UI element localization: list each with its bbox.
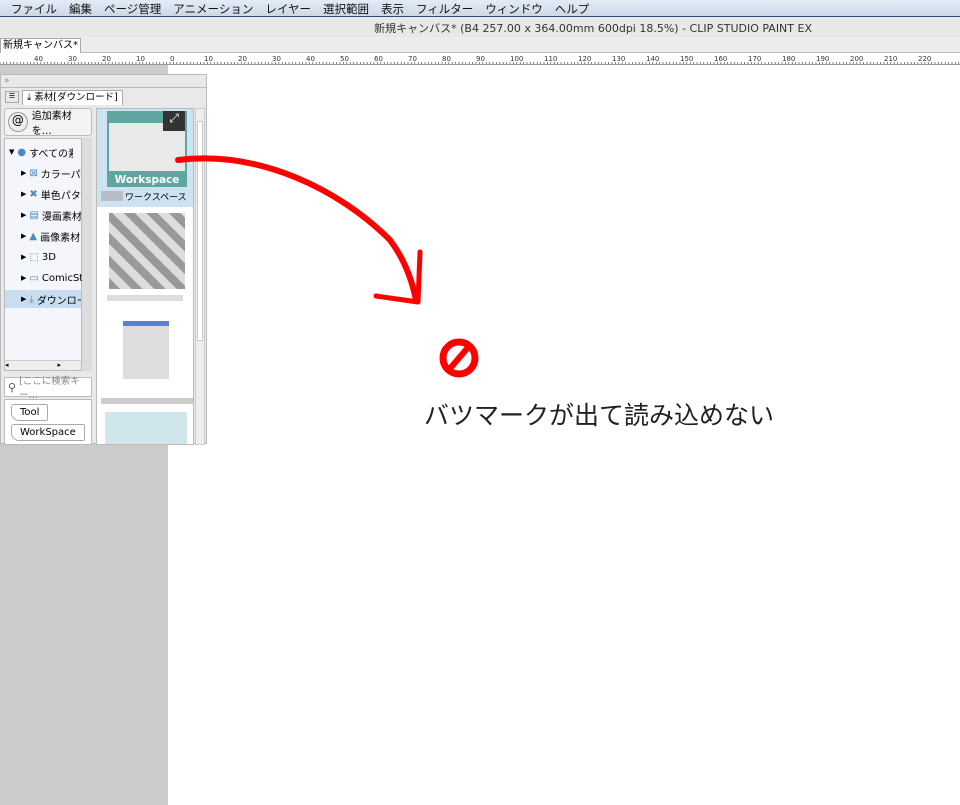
annotation-text: バツマークが出て読み込めない: [424, 401, 775, 430]
prohibited-icon: [439, 338, 479, 378]
red-arrow-annotation: [175, 155, 419, 303]
